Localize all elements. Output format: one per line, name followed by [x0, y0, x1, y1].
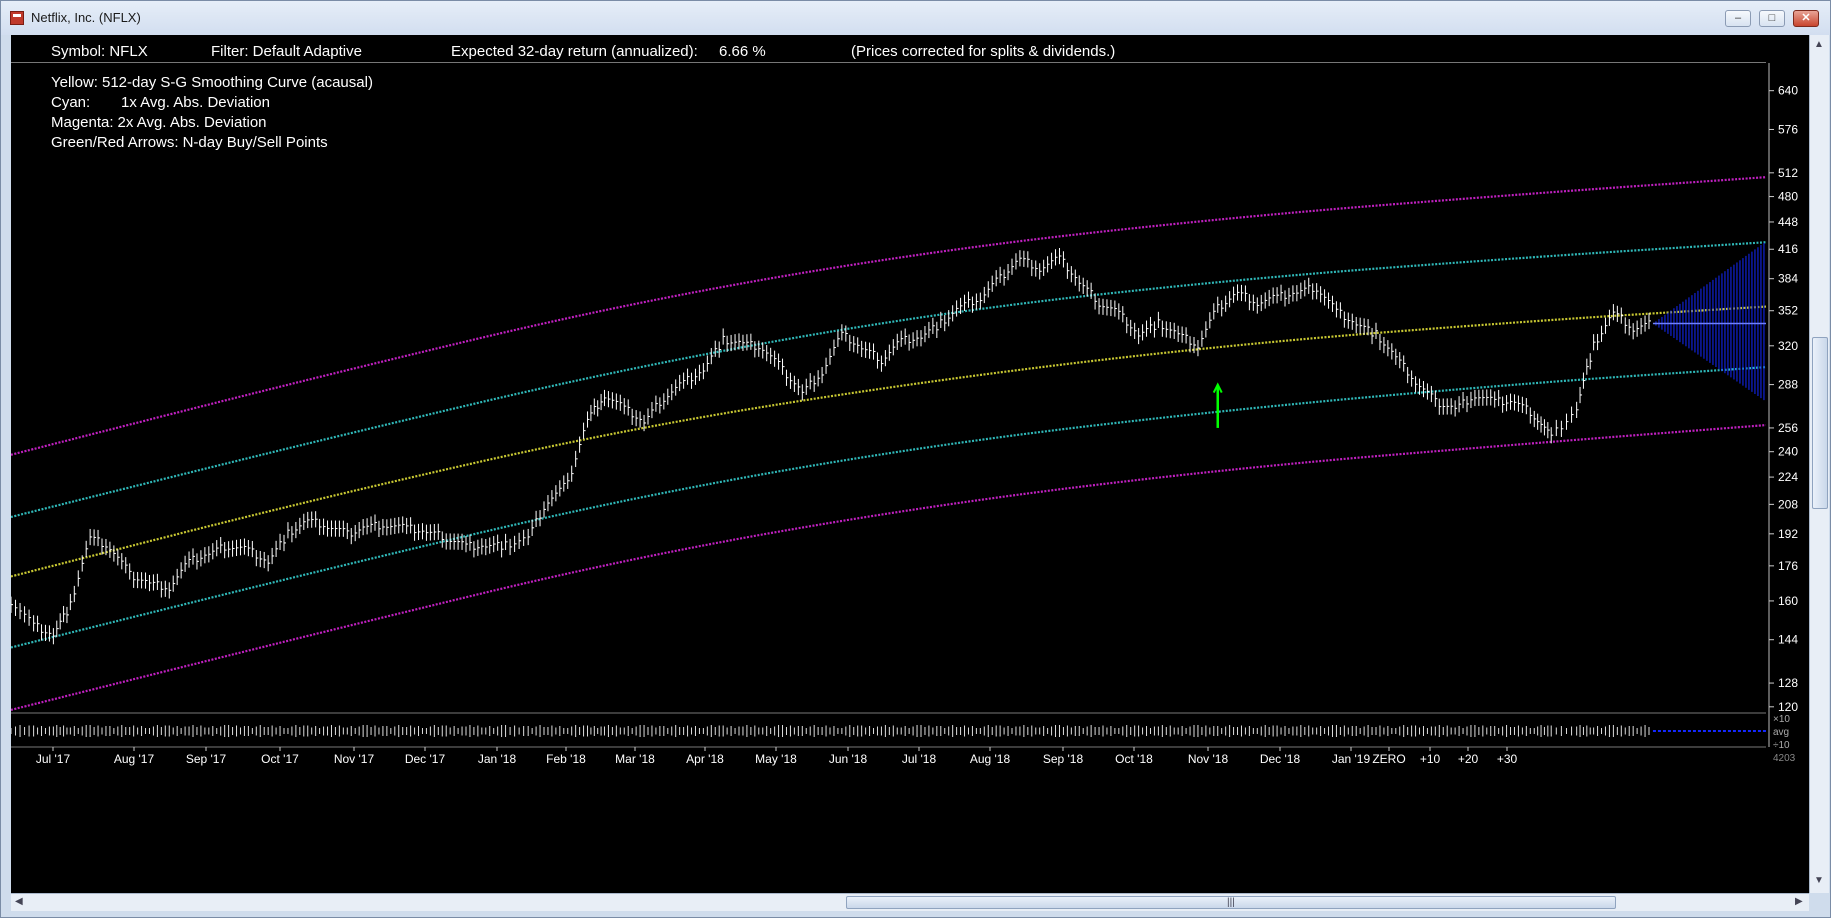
- chart-header: Symbol: NFLX Filter: Default Adaptive Ex…: [11, 35, 1809, 62]
- price-correction-note: (Prices corrected for splits & dividends…: [851, 43, 1116, 60]
- legend-item: Yellow: 512-day S-G Smoothing Curve (acau…: [51, 73, 373, 93]
- minimize-button[interactable]: –: [1725, 10, 1751, 27]
- y-tick-label: 240: [1778, 445, 1798, 459]
- y-tick-label: 256: [1778, 421, 1798, 435]
- y-tick-label: 160: [1778, 594, 1798, 608]
- maximize-button[interactable]: □: [1759, 10, 1785, 27]
- scroll-left-icon[interactable]: ◀: [15, 896, 23, 907]
- magenta-lower-band: [11, 423, 1767, 711]
- legend-text: 2x Avg. Abs. Deviation: [117, 114, 267, 131]
- x-tick-label: Jan '19: [1332, 752, 1371, 766]
- app-icon: [10, 11, 24, 25]
- title-bar[interactable]: Netflix, Inc. (NFLX) – □ ✕: [1, 1, 1830, 35]
- y-tick-label: 480: [1778, 190, 1798, 204]
- chart-panel[interactable]: 120 128 144 160 176 192 208 224 240 256 288 320 352 3…: [11, 35, 1809, 893]
- price-chart[interactable]: 120 128 144 160 176 192 208 224 240 256 288 320 352 3…: [11, 35, 1809, 893]
- grip-icon: |||: [1227, 897, 1235, 908]
- window-title: Netflix, Inc. (NFLX): [31, 10, 141, 25]
- expected-return-value: 6.66 %: [719, 43, 766, 60]
- y-tick-label: 288: [1778, 378, 1798, 392]
- scroll-up-icon[interactable]: ▲: [1814, 39, 1824, 50]
- x-tick-label: +20: [1458, 752, 1479, 766]
- y-tick-label: 640: [1778, 84, 1798, 98]
- y-tick-label: 320: [1778, 339, 1798, 353]
- symbol-label: Symbol: NFLX: [51, 43, 148, 60]
- horizontal-scrollbar[interactable]: ◀ ||| ▶: [11, 893, 1809, 911]
- legend-item: Magenta: 2x Avg. Abs. Deviation: [51, 113, 373, 133]
- volume-scale-label: avg: [1773, 727, 1789, 738]
- scroll-right-icon[interactable]: ▶: [1795, 896, 1803, 907]
- x-tick-label: +10: [1420, 752, 1441, 766]
- vertical-scroll-thumb[interactable]: [1812, 337, 1828, 509]
- legend-item: Green/Red Arrows: N-day Buy/Sell Points: [51, 133, 373, 153]
- smoothing-curve: [11, 305, 1767, 578]
- y-tick-label: 224: [1778, 470, 1798, 484]
- x-tick-label: ZERO: [1372, 752, 1405, 766]
- magenta-upper-band: [11, 176, 1767, 456]
- x-tick-label: Dec '17: [405, 752, 446, 766]
- x-tick-label: Oct '18: [1115, 752, 1153, 766]
- volume-scale-label: ÷10: [1773, 740, 1790, 751]
- x-tick-label: Nov '17: [334, 752, 375, 766]
- y-tick-label: 120: [1778, 700, 1798, 714]
- corner-label: 4203: [1773, 753, 1796, 764]
- filter-label: Filter: Default Adaptive: [211, 43, 362, 60]
- x-tick-label: May '18: [755, 752, 797, 766]
- y-tick-label: 448: [1778, 215, 1798, 229]
- y-tick-label: 192: [1778, 527, 1798, 541]
- expected-return-label: Expected 32-day return (annualized):: [451, 43, 698, 60]
- legend-key: Cyan:: [51, 94, 91, 111]
- header-divider: [11, 62, 1766, 63]
- y-tick-label: 512: [1778, 166, 1798, 180]
- vertical-scrollbar[interactable]: ▲ ▼: [1809, 35, 1829, 893]
- legend-text: 512-day S-G Smoothing Curve (acausal): [101, 74, 373, 91]
- y-tick-label: 352: [1778, 304, 1798, 318]
- cyan-upper-band: [11, 241, 1767, 519]
- y-tick-label: 128: [1778, 676, 1798, 690]
- x-tick-label: Sep '17: [186, 752, 227, 766]
- close-button[interactable]: ✕: [1793, 10, 1819, 27]
- x-tick-label: Nov '18: [1188, 752, 1229, 766]
- legend-key: Green/Red Arrows:: [51, 134, 179, 151]
- x-tick-label: Oct '17: [261, 752, 299, 766]
- x-tick-label: Jan '18: [478, 752, 517, 766]
- horizontal-scroll-thumb[interactable]: |||: [846, 896, 1616, 909]
- x-tick-label: Aug '18: [970, 752, 1011, 766]
- x-tick-label: Mar '18: [615, 752, 655, 766]
- legend-key: Magenta:: [51, 114, 114, 131]
- x-tick-label: Aug '17: [114, 752, 155, 766]
- y-tick-label: 416: [1778, 242, 1798, 256]
- x-tick-label: Jul '18: [902, 752, 937, 766]
- chart-legend: Yellow: 512-day S-G Smoothing Curve (acau…: [51, 73, 373, 153]
- y-tick-label: 176: [1778, 559, 1798, 573]
- legend-text: N-day Buy/Sell Points: [182, 134, 328, 151]
- y-tick-label: 576: [1778, 122, 1798, 136]
- x-tick-label: Jun '18: [829, 752, 868, 766]
- scroll-down-icon[interactable]: ▼: [1814, 875, 1824, 886]
- app-window: Netflix, Inc. (NFLX) – □ ✕ 120 128 144 160 1…: [0, 0, 1831, 918]
- legend-item: Cyan: 1x Avg. Abs. Deviation: [51, 93, 373, 113]
- x-tick-label: Jul '17: [36, 752, 71, 766]
- x-tick-label: Sep '18: [1043, 752, 1084, 766]
- x-tick-label: Dec '18: [1260, 752, 1301, 766]
- x-tick-label: Apr '18: [686, 752, 724, 766]
- volume-scale-label: ×10: [1773, 714, 1790, 725]
- y-tick-label: 208: [1778, 497, 1798, 511]
- legend-key: Yellow:: [51, 74, 98, 91]
- y-tick-label: 384: [1778, 272, 1798, 286]
- legend-text: 1x Avg. Abs. Deviation: [121, 94, 270, 111]
- x-tick-label: Feb '18: [546, 752, 586, 766]
- x-tick-label: +30: [1497, 752, 1518, 766]
- y-tick-label: 144: [1778, 633, 1798, 647]
